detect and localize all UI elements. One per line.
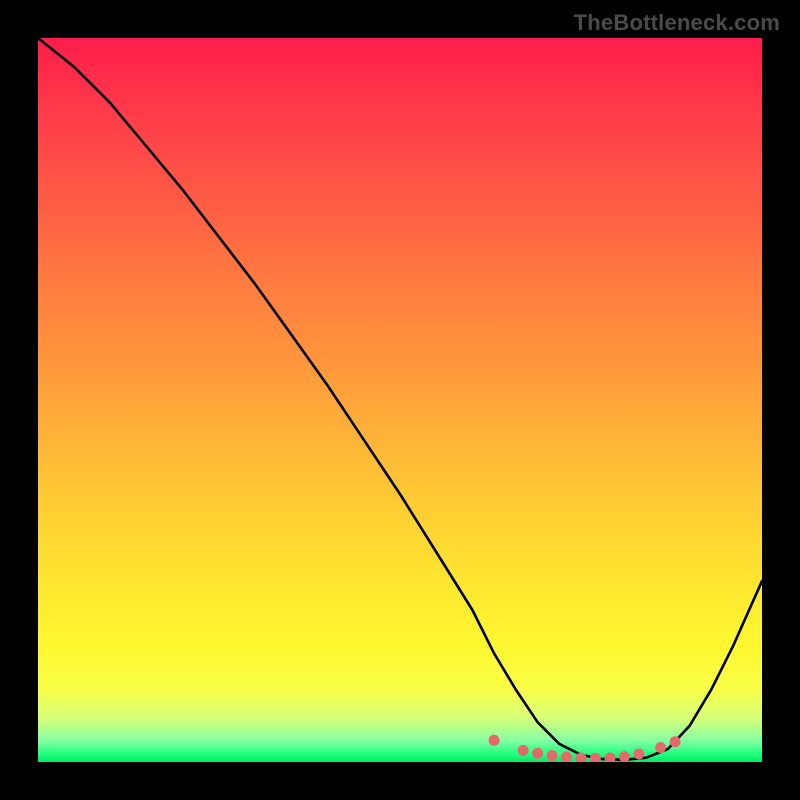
marker-dot [489,735,500,746]
chart-svg [38,38,762,762]
marker-dot [518,745,529,756]
marker-dot [670,736,681,747]
bottleneck-curve [38,38,762,760]
marker-dot [590,753,601,762]
marker-dot [532,748,543,759]
plot-area [38,38,762,762]
optimal-zone-dots [489,735,681,762]
marker-dot [561,751,572,762]
marker-dot [605,753,616,763]
marker-dot [619,751,630,762]
watermark-text: TheBottleneck.com [574,10,780,36]
marker-dot [547,750,558,761]
chart-frame: TheBottleneck.com [0,0,800,800]
marker-dot [655,742,666,753]
marker-dot [633,749,644,760]
